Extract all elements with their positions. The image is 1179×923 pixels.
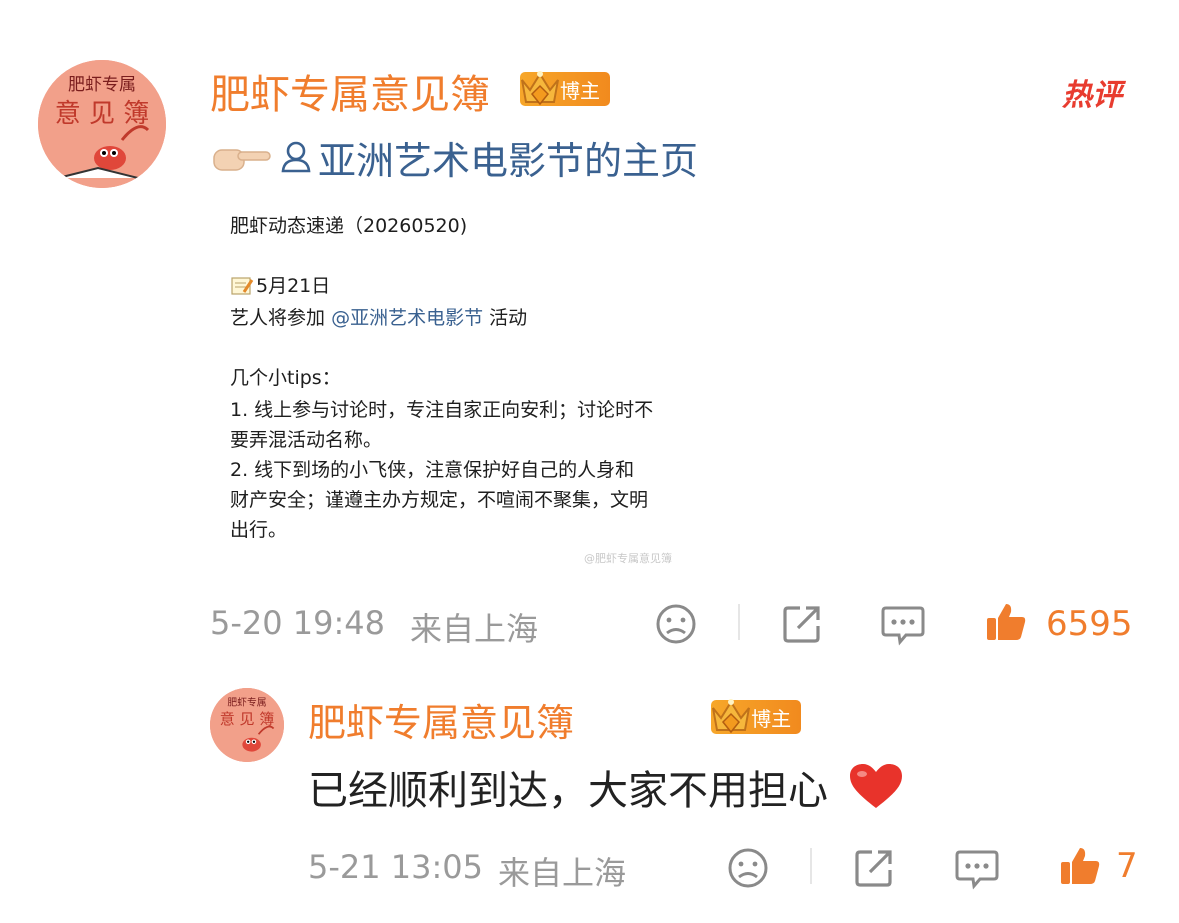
reply-share-button[interactable]	[852, 846, 896, 890]
event-mention[interactable]: @亚洲艺术电影节	[331, 307, 483, 329]
share-icon	[783, 606, 820, 643]
reply-badge-label: 博主	[751, 706, 792, 731]
watermark: @肥虾专属意见簿	[584, 552, 672, 565]
like-button[interactable]	[984, 600, 1028, 644]
event-suffix: 活动	[489, 307, 528, 329]
reply-text: 已经顺利到达，大家不用担心	[308, 758, 904, 816]
dislike-button[interactable]	[654, 602, 698, 646]
svg-text:意 见 簿: 意 见 簿	[55, 99, 150, 129]
post-location: 来自上海	[410, 610, 539, 648]
heart-icon	[850, 764, 902, 808]
action-divider	[738, 604, 740, 640]
tip2-line3: 出行。	[230, 519, 288, 541]
thumbs-up-icon	[987, 604, 1026, 640]
reply-author-name[interactable]: 肥虾专属意见簿	[308, 692, 574, 747]
thumbs-up-icon	[1061, 848, 1100, 884]
reply-action-divider	[810, 848, 812, 884]
user-icon	[281, 141, 311, 173]
blogger-badge: 博主	[520, 71, 610, 106]
share-icon	[855, 850, 892, 887]
svg-text:肥虾专属: 肥虾专属	[68, 75, 136, 95]
shrimp-avatar-icon: 肥虾专属 意 见 簿	[38, 60, 166, 188]
reply-like-count: 7	[1116, 846, 1138, 886]
reply-timestamp: 5-21 13:05	[308, 848, 484, 886]
post-timestamp: 5-20 19:48	[210, 604, 386, 642]
hot-comment-tag: 热评	[1062, 78, 1122, 113]
event-prefix: 艺人将参加	[230, 307, 326, 329]
badge-label: 博主	[560, 78, 600, 103]
author-avatar[interactable]: 肥虾专属 意 见 簿	[38, 60, 166, 188]
tip1-line2: 要弄混活动名称。	[230, 429, 383, 451]
card-date: 5月21日	[256, 275, 331, 297]
post-like-count: 6595	[1046, 604, 1133, 644]
tip2-line2: 财产安全；谨遵主办方规定，不喧闹不聚集，文明	[230, 489, 649, 511]
post-image[interactable]: 肥虾动态速递（20260520) 5月21日 艺人将参加 @亚洲艺术电影节 活动…	[212, 196, 732, 576]
tip1-line1: 1. 线上参与讨论时，专注自家正向安利；讨论时不	[230, 399, 654, 421]
comment-icon	[881, 606, 925, 646]
pointing-hand-icon	[212, 140, 272, 176]
svg-text:意 见 簿: 意 见 簿	[220, 710, 275, 728]
reply-dislike-button[interactable]	[726, 846, 770, 890]
reply-like-button[interactable]	[1058, 844, 1102, 888]
reply-comment-button[interactable]	[954, 846, 1000, 890]
user-mention-link[interactable]: 亚洲艺术电影节的主页	[278, 134, 698, 183]
memo-icon	[231, 277, 254, 295]
comment-button[interactable]	[880, 602, 926, 646]
card-title: 肥虾动态速递（20260520)	[230, 215, 468, 237]
mention-text: 亚洲艺术电影节的主页	[318, 138, 699, 183]
card-event-line: 艺人将参加 @亚洲艺术电影节 活动	[230, 302, 527, 334]
reply-location: 来自上海	[498, 854, 627, 892]
sad-face-icon	[728, 848, 768, 888]
author-name[interactable]: 肥虾专属意见簿	[210, 62, 490, 120]
card-date-line: 5月21日	[230, 270, 330, 302]
crown-badge-icon	[521, 71, 559, 106]
share-button[interactable]	[780, 602, 824, 646]
crown-badge-icon	[712, 699, 751, 734]
comment-icon	[955, 850, 999, 890]
svg-text:肥虾专属: 肥虾专属	[227, 695, 266, 708]
shrimp-avatar-icon: 肥虾专属 意 见 簿	[210, 688, 284, 762]
reply-blogger-badge: 博主	[711, 699, 802, 734]
reply-author-avatar[interactable]: 肥虾专属 意 见 簿	[210, 688, 284, 762]
sad-face-icon	[656, 604, 696, 644]
tips-header: 几个小tips：	[230, 367, 341, 389]
tip2-line1: 2. 线下到场的小飞侠，注意保护好自己的人身和	[230, 459, 635, 481]
reply-text-content: 已经顺利到达，大家不用担心	[308, 768, 828, 814]
